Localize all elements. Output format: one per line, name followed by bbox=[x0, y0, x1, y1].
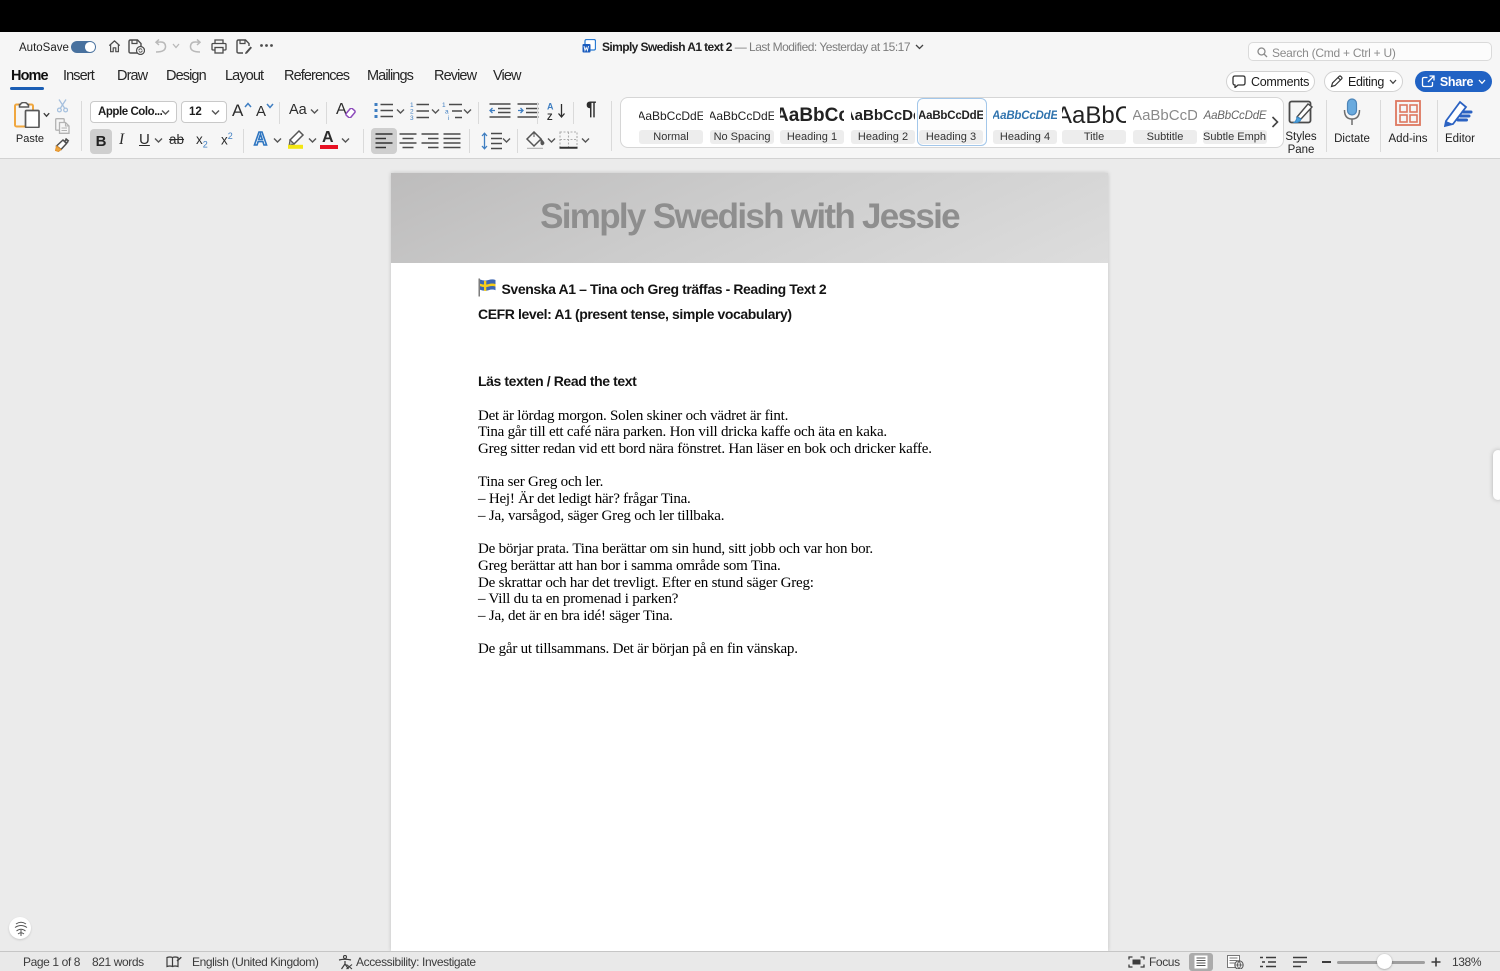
svg-text:3: 3 bbox=[410, 115, 414, 120]
svg-text:Z: Z bbox=[547, 112, 553, 121]
svg-text:A: A bbox=[547, 102, 554, 112]
svg-text:i: i bbox=[448, 115, 449, 120]
